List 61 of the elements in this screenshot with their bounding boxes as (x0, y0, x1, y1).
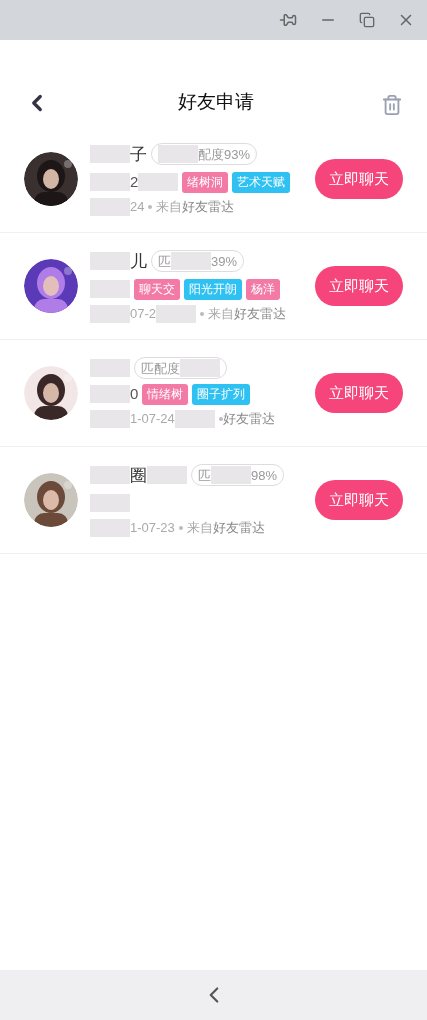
partial-text: 24 (130, 198, 145, 216)
mosaic-block (90, 252, 130, 271)
source-prefix: 来自 (186, 519, 213, 537)
mosaic-block (147, 466, 187, 485)
mosaic-block (90, 359, 130, 378)
mosaic-block (138, 173, 179, 191)
tag-label: 杨洋 (246, 278, 280, 300)
source-label: 好友雷达 (182, 198, 235, 216)
partial-text: 2 (130, 171, 139, 192)
partial-text: 98% (251, 466, 278, 485)
partial-text: 子 (130, 143, 147, 166)
partial-text: 匹配度 (141, 359, 180, 378)
source-prefix: 来自 (156, 198, 183, 216)
restore-icon[interactable] (359, 12, 375, 28)
dot-separator-icon (218, 417, 223, 421)
tag-label: 绪树洞 (182, 171, 229, 193)
mosaic-block (174, 410, 215, 428)
mosaic-block (90, 494, 130, 512)
mosaic-block (90, 280, 130, 298)
tag-label: 艺术天赋 (232, 171, 291, 193)
mosaic-block (90, 304, 130, 323)
tag-label: 聊天交 (134, 278, 180, 300)
mosaic-block (171, 252, 211, 271)
source-label: 好友雷达 (212, 519, 265, 537)
partial-text: 0 (130, 384, 139, 404)
mosaic-block (158, 145, 198, 164)
trash-icon[interactable] (381, 94, 403, 116)
partial-text: 39% (211, 252, 238, 271)
mosaic-block (90, 145, 130, 164)
partial-text: 匹 (198, 466, 211, 485)
partial-text: 儿 (130, 250, 147, 273)
chat-button[interactable]: 立即聊天 (315, 266, 403, 306)
pin-icon[interactable] (279, 11, 297, 29)
mosaic-block (180, 359, 220, 378)
chat-button[interactable]: 立即聊天 (315, 373, 403, 413)
source-label: 好友雷达 (222, 410, 275, 429)
chat-button[interactable]: 立即聊天 (315, 159, 403, 199)
dot-separator-icon (148, 204, 153, 209)
dot-separator-icon (178, 525, 183, 530)
source-prefix: 来自 (208, 305, 235, 323)
mosaic-block (90, 466, 130, 485)
partial-text: 匹 (158, 252, 171, 271)
dot-separator-icon (200, 311, 205, 316)
mosaic-block (90, 385, 130, 404)
page-title: 好友申请 (177, 89, 254, 114)
partial-text: 07-2 (130, 305, 157, 323)
mosaic-block (90, 197, 130, 216)
mosaic-block (90, 173, 130, 191)
partial-text: 配度93% (198, 145, 251, 164)
chat-button[interactable]: 立即聊天 (315, 480, 403, 520)
mosaic-block (156, 304, 197, 323)
source-label: 好友雷达 (234, 305, 287, 323)
partial-text: 圈 (130, 464, 147, 487)
partial-text: 1-07-24 (130, 410, 175, 429)
partial-text: 1-07-23 (130, 519, 175, 537)
mosaic-block (90, 518, 130, 537)
tag-label: 阳光开朗 (184, 278, 242, 300)
mosaic-block (90, 410, 130, 428)
mosaic-block (211, 466, 251, 485)
tag-label: 圈子扩列 (192, 383, 251, 405)
tag-label: 情绪树 (142, 383, 189, 405)
